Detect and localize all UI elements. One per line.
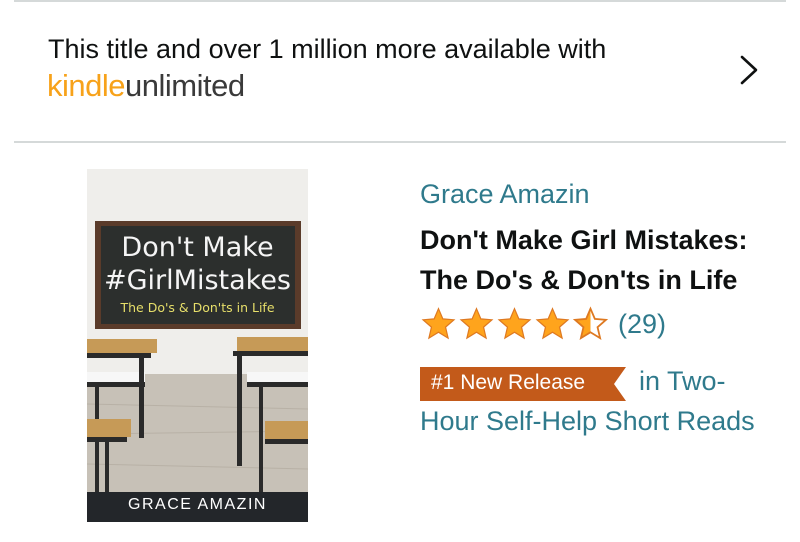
ku-logo-unlimited: unlimited [125, 68, 245, 103]
rating-count[interactable]: (29) [618, 309, 666, 340]
cover-subtitle: The Do's & Don'ts in Life [120, 300, 275, 315]
star-full-icon [535, 307, 570, 340]
cover-title-line1: Don't Make [121, 232, 274, 263]
ku-promo-text: This title and over 1 million more avail… [48, 34, 607, 64]
rating-row[interactable]: (29) [420, 306, 666, 342]
star-full-icon [421, 307, 456, 340]
category-text: in Two-Hour Self-Help Short Reads [420, 361, 780, 441]
cover-title-line2: #GirlMistakes [104, 265, 291, 296]
book-title[interactable]: Don't Make Girl Mistakes: The Do's & Don… [420, 220, 790, 300]
star-full-icon [459, 307, 494, 340]
chevron-right-icon[interactable] [734, 54, 764, 86]
star-half-icon [572, 306, 609, 340]
book-cover[interactable]: Don't Make #GirlMistakes The Do's & Don'… [87, 169, 308, 522]
category-link[interactable]: in Two-Hour Self-Help Short Reads [420, 366, 755, 436]
author-link[interactable]: Grace Amazin [420, 179, 590, 210]
star-rating [420, 306, 610, 342]
star-full-icon [497, 307, 532, 340]
section-divider [14, 141, 786, 143]
kindle-unlimited-row[interactable]: This title and over 1 million more avail… [0, 2, 800, 141]
ku-logo-kindle: kindle [47, 68, 126, 103]
book-cover-art [87, 169, 308, 522]
kindle-unlimited-logo: kindleunlimited [47, 68, 245, 104]
cover-author: GRACE AMAZIN [128, 496, 267, 513]
